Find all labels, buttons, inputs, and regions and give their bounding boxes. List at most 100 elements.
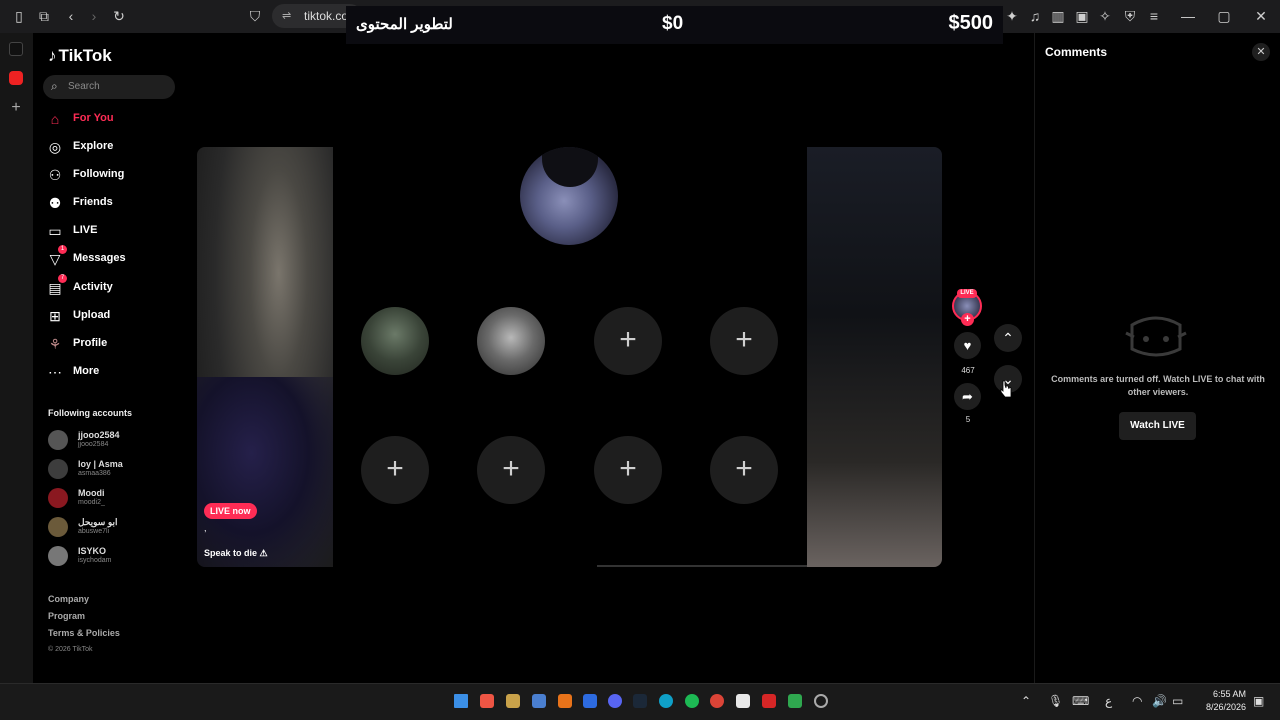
nav-label: Profile: [73, 337, 108, 349]
stream-blur-right: [807, 147, 942, 567]
close-window-button[interactable]: ✕: [1250, 6, 1272, 26]
empty-guest-slot[interactable]: +: [594, 307, 662, 375]
share-count: 5: [965, 415, 971, 424]
footer-company-link[interactable]: Company: [48, 594, 89, 604]
tiktok-logo[interactable]: ♪ TikTok: [48, 46, 112, 66]
app-red-icon[interactable]: [762, 694, 776, 708]
nav-upload[interactable]: ⊞ Upload: [46, 305, 186, 327]
back-icon[interactable]: ‹: [60, 6, 82, 26]
minimize-button[interactable]: —: [1177, 6, 1199, 26]
footer-program-link[interactable]: Program: [48, 611, 85, 621]
ai-icon[interactable]: ✧: [1094, 6, 1116, 26]
tiktok-tab-icon[interactable]: [9, 42, 23, 56]
steam-icon[interactable]: [633, 694, 647, 708]
share-icon: ➦: [962, 389, 973, 404]
following-account[interactable]: ابو سويحل abuswe7li: [48, 515, 188, 541]
following-account[interactable]: jjooo2584 jjooo2584: [48, 428, 188, 454]
account-username: asmaa386: [78, 470, 111, 477]
close-comments-button[interactable]: ✕: [1252, 43, 1270, 61]
keyboard-icon[interactable]: ⌨: [1072, 694, 1089, 708]
footer-terms-link[interactable]: Terms & Policies: [48, 628, 120, 638]
nav-label: LIVE: [73, 224, 98, 236]
sidebar-toggle-icon[interactable]: ▯: [8, 6, 30, 26]
media-icon[interactable]: ♫: [1024, 6, 1046, 26]
url-text: tiktok.co: [304, 9, 349, 23]
following-account[interactable]: Moodi moodi2_: [48, 486, 188, 512]
avatar: [48, 459, 68, 479]
nav-profile[interactable]: ⚘ Profile: [46, 333, 186, 355]
show-hidden-icons[interactable]: ⌃: [1021, 694, 1031, 708]
reload-icon[interactable]: ↻: [108, 6, 130, 26]
sidebar-icon[interactable]: ▥: [1047, 6, 1069, 26]
store-icon[interactable]: [583, 694, 597, 708]
spotify-icon[interactable]: [685, 694, 699, 708]
goal-banner: لتطوير المحتوى $0 $500: [346, 6, 1003, 44]
defender-icon[interactable]: [532, 694, 546, 708]
bookmark-icon[interactable]: ⛉: [244, 6, 266, 26]
empty-guest-slot[interactable]: +: [361, 436, 429, 504]
file-explorer-icon[interactable]: [506, 694, 520, 708]
tabs-icon[interactable]: ⧉: [33, 6, 55, 26]
following-accounts-header: Following accounts: [48, 408, 133, 418]
previous-video-button[interactable]: ⌃: [994, 324, 1022, 352]
nav-messages[interactable]: ▽ 1 Messages: [46, 245, 186, 270]
site-info-icon[interactable]: ⇌: [282, 4, 291, 28]
guest-slot[interactable]: [477, 307, 545, 375]
app-circle-icon[interactable]: [814, 694, 828, 708]
live-video-card[interactable]: + + + + + + LIVE now , Speak to die ⚠: [197, 147, 942, 567]
like-button[interactable]: ♥: [954, 332, 981, 359]
empty-guest-slot[interactable]: +: [594, 436, 662, 504]
volume-icon[interactable]: 🔊: [1152, 694, 1167, 708]
wallet-icon[interactable]: ▣: [1071, 6, 1093, 26]
friends-icon: ⚉: [48, 195, 62, 211]
chrome-icon[interactable]: [710, 694, 724, 708]
add-panel-icon[interactable]: +: [9, 100, 23, 116]
menu-icon[interactable]: ≡: [1143, 6, 1165, 26]
app-icon[interactable]: [558, 694, 572, 708]
following-icon: ⚇: [48, 167, 62, 183]
empty-guest-slot[interactable]: +: [710, 436, 778, 504]
nav-label: Activity: [73, 281, 113, 293]
following-account[interactable]: loy | Asma asmaa386: [48, 457, 188, 483]
search-input[interactable]: ⌕ Search: [43, 75, 175, 99]
extensions-icon[interactable]: ✦: [1001, 6, 1023, 26]
guest-slot[interactable]: [361, 307, 429, 375]
notepad-icon[interactable]: [736, 694, 750, 708]
following-account[interactable]: ISYKO isychodam: [48, 544, 188, 570]
clock-date[interactable]: 8/26/2026: [1188, 702, 1246, 712]
account-username: jjooo2584: [78, 441, 109, 448]
app-green-icon[interactable]: [788, 694, 802, 708]
nav-live[interactable]: ▭ LIVE: [46, 220, 186, 242]
discord-icon[interactable]: [608, 694, 622, 708]
battery-icon[interactable]: ▭: [1172, 694, 1183, 708]
banner-arabic-text: لتطوير المحتوى: [356, 16, 453, 33]
live-tag: LIVE: [957, 289, 977, 298]
youtube-tab-icon[interactable]: [9, 71, 23, 85]
microphone-icon[interactable]: 🎙: [1048, 694, 1063, 708]
brave-icon[interactable]: [480, 694, 494, 708]
nav-more[interactable]: ⋯ More: [46, 361, 186, 383]
nav-following[interactable]: ⚇ Following: [46, 164, 186, 186]
live-now-badge[interactable]: LIVE now: [204, 503, 257, 519]
nav-activity[interactable]: ▤ 7 Activity: [46, 274, 186, 299]
notifications-icon[interactable]: ▣: [1253, 694, 1264, 708]
forward-icon[interactable]: ›: [83, 6, 105, 26]
nav-for-you[interactable]: ⌂ For You: [46, 108, 186, 130]
empty-guest-slot[interactable]: +: [710, 307, 778, 375]
account-name: jjooo2584: [78, 430, 120, 440]
start-icon[interactable]: [454, 694, 468, 708]
shield-icon[interactable]: ⛨: [1119, 6, 1141, 26]
edge-icon[interactable]: [659, 694, 673, 708]
nav-explore[interactable]: ◎ Explore: [46, 136, 186, 158]
follow-button[interactable]: +: [961, 313, 974, 326]
language-indicator[interactable]: ع: [1105, 694, 1112, 708]
clock-time[interactable]: 6:55 AM: [1200, 689, 1246, 699]
share-button[interactable]: ➦: [954, 383, 981, 410]
nav-friends[interactable]: ⚉ Friends: [46, 192, 186, 214]
host-avatar[interactable]: [520, 147, 618, 245]
watch-live-button[interactable]: Watch LIVE: [1119, 412, 1196, 440]
wifi-icon[interactable]: ◠: [1132, 694, 1142, 708]
empty-guest-slot[interactable]: +: [477, 436, 545, 504]
nav-label: More: [73, 365, 100, 377]
maximize-button[interactable]: ▢: [1213, 6, 1235, 26]
